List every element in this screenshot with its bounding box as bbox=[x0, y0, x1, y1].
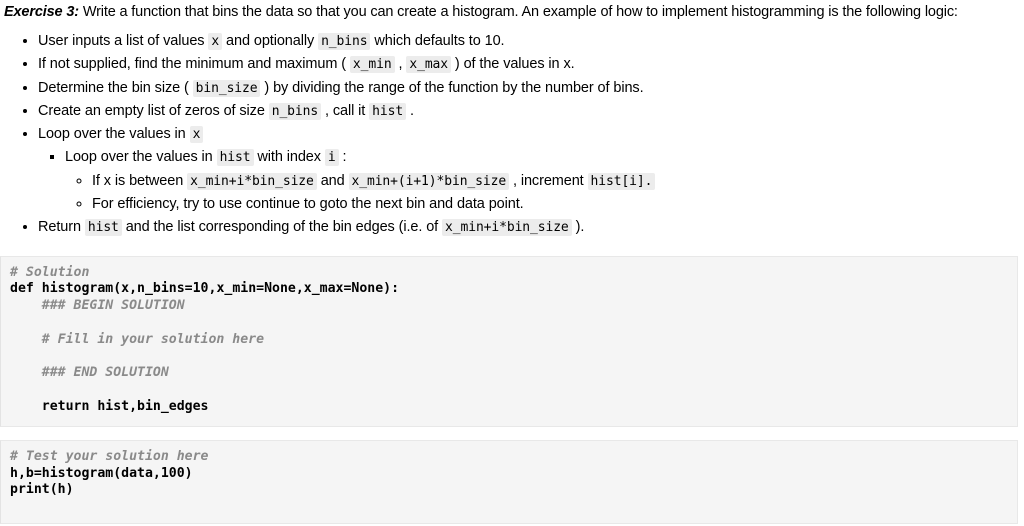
text-fragment: Return bbox=[38, 219, 85, 236]
markdown-cell: Exercise 3: Write a function that bins t… bbox=[0, 0, 1024, 240]
text-fragment: Create an empty list of zeros of size bbox=[38, 102, 269, 119]
code-return-statement: return hist,bin_edges bbox=[10, 399, 209, 415]
text-fragment: Loop over the values in bbox=[38, 126, 190, 143]
nested-list-level3: If x is between x_min+i*bin_size and x_m… bbox=[65, 170, 1020, 217]
inline-code: x bbox=[189, 126, 204, 144]
code-line: # Solution bbox=[1, 265, 1017, 282]
code-cell-solution[interactable]: # Solution def histogram(x,n_bins=10,x_m… bbox=[0, 255, 1018, 427]
text-fragment: For efficiency, try to use continue to g… bbox=[92, 196, 524, 213]
code-line: # Fill in your solution here bbox=[1, 332, 1017, 349]
inline-code: n_bins bbox=[268, 102, 322, 120]
text-fragment: , increment bbox=[509, 172, 588, 189]
notebook-container: Exercise 3: Write a function that bins t… bbox=[0, 0, 1024, 525]
list-item: Return hist and the list corresponding o… bbox=[38, 216, 1020, 239]
text-fragment: . bbox=[406, 102, 414, 119]
inline-code: x_max bbox=[406, 56, 451, 74]
inline-code: hist bbox=[84, 219, 122, 237]
inline-code: x_min bbox=[349, 56, 395, 74]
exercise-prompt: Exercise 3: Write a function that bins t… bbox=[4, 2, 1020, 22]
code-line: print(h) bbox=[1, 482, 1017, 499]
text-fragment: with index bbox=[253, 149, 325, 166]
list-item: Loop over the values in hist with index … bbox=[65, 146, 1020, 216]
instruction-list: User inputs a list of values x and optio… bbox=[4, 30, 1020, 240]
text-fragment: , call it bbox=[321, 102, 370, 119]
code-keyword: def bbox=[10, 281, 34, 297]
text-fragment: If x is between bbox=[92, 172, 188, 189]
inline-code: i bbox=[324, 149, 339, 167]
code-line: def histogram(x,n_bins=10,x_min=None,x_m… bbox=[1, 281, 1017, 298]
text-fragment: ) of the values in x. bbox=[451, 56, 575, 73]
list-item: User inputs a list of values x and optio… bbox=[38, 30, 1020, 53]
list-item: If not supplied, find the minimum and ma… bbox=[38, 53, 1020, 76]
text-fragment: ). bbox=[571, 219, 585, 236]
text-fragment: and the list corresponding of the bin ed… bbox=[121, 219, 443, 236]
text-fragment: ) by dividing the range of the function … bbox=[260, 79, 644, 96]
code-comment: # Fill in your solution here bbox=[10, 331, 265, 347]
code-call: h,b=histogram(data,100) bbox=[10, 465, 193, 481]
code-line: return hist,bin_edges bbox=[1, 399, 1017, 416]
code-line: # Test your solution here bbox=[1, 449, 1017, 466]
code-comment: # Test your solution here bbox=[10, 448, 209, 464]
code-line: ### BEGIN SOLUTION bbox=[1, 298, 1017, 315]
list-item: Create an empty list of zeros of size n_… bbox=[38, 100, 1020, 123]
exercise-description: Write a function that bins the data so t… bbox=[78, 4, 958, 20]
text-fragment: User inputs a list of values bbox=[38, 33, 209, 49]
nested-list-level2: Loop over the values in hist with index … bbox=[38, 146, 1020, 216]
inline-code: x_min+i*bin_size bbox=[442, 219, 572, 237]
code-cell-test[interactable]: # Test your solution here h,b=histogram(… bbox=[0, 439, 1018, 525]
code-signature: histogram(x,n_bins=10,x_min=None,x_max=N… bbox=[33, 281, 400, 297]
text-fragment: If not supplied, find the minimum and ma… bbox=[38, 56, 350, 73]
text-fragment: and optionally bbox=[222, 33, 319, 49]
code-print: print(h) bbox=[10, 482, 74, 498]
list-item: For efficiency, try to use continue to g… bbox=[92, 193, 1020, 216]
inline-code: hist[i]. bbox=[587, 172, 656, 190]
text-fragment: : bbox=[338, 149, 347, 166]
code-comment: ### END SOLUTION bbox=[10, 365, 169, 381]
text-fragment: Determine the bin size ( bbox=[38, 79, 193, 96]
inline-code: hist bbox=[369, 102, 407, 120]
text-fragment: and bbox=[316, 172, 349, 189]
inline-code: x_min+(i+1)*bin_size bbox=[348, 172, 510, 190]
inline-code: n_bins bbox=[318, 33, 371, 50]
code-comment: ### BEGIN SOLUTION bbox=[10, 298, 185, 314]
text-fragment: which defaults to 10. bbox=[370, 33, 505, 49]
list-item: Loop over the values in x Loop over the … bbox=[38, 123, 1020, 216]
text-fragment: , bbox=[394, 56, 407, 73]
list-item: If x is between x_min+i*bin_size and x_m… bbox=[92, 170, 1020, 193]
inline-code: hist bbox=[216, 149, 254, 167]
list-item: Determine the bin size ( bin_size ) by d… bbox=[38, 77, 1020, 100]
text-fragment: Loop over the values in bbox=[65, 149, 217, 166]
code-comment: # Solution bbox=[10, 264, 90, 280]
code-line: h,b=histogram(data,100) bbox=[1, 466, 1017, 483]
code-line: ### END SOLUTION bbox=[1, 365, 1017, 382]
inline-code: x bbox=[208, 33, 223, 50]
inline-code: bin_size bbox=[192, 79, 261, 97]
exercise-label: Exercise 3: bbox=[4, 4, 79, 20]
inline-code: x_min+i*bin_size bbox=[187, 172, 317, 190]
